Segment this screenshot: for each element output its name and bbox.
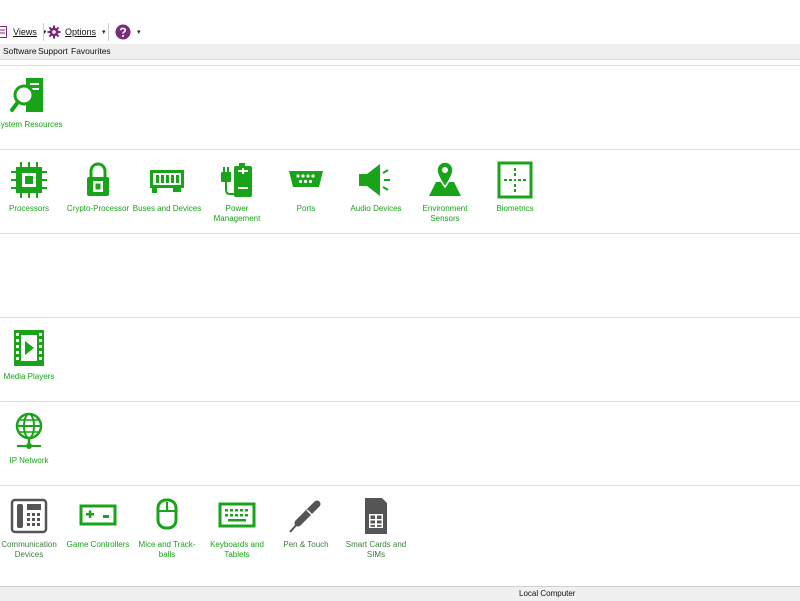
menu-item-favourites[interactable]: Favourites — [71, 46, 111, 56]
tile-ip-network[interactable]: IP Network — [0, 412, 64, 466]
tile-audio-devices[interactable]: Audio Devices — [341, 160, 411, 214]
section-divider — [0, 317, 800, 318]
tile-label: Environment Sensors — [422, 204, 468, 223]
section-divider — [0, 401, 800, 402]
tile-label: Buses and Devices — [132, 204, 202, 213]
tile-label: Media Players — [3, 372, 55, 381]
toolbar: Views ▾ Options ▾ ▾ — [0, 20, 800, 45]
tile-biometrics[interactable]: Biometrics — [480, 160, 550, 214]
options-dropdown-icon: ▾ — [102, 29, 106, 36]
mouse-icon — [156, 498, 178, 530]
sim-card-icon — [365, 498, 387, 534]
battery-plug-icon — [221, 163, 252, 197]
tile-pen-and-touch[interactable]: Pen & Touch — [271, 496, 341, 550]
tile-system-resources[interactable]: System Resources — [0, 76, 64, 130]
category-panel: System Resources Processors Crypto-Proce… — [0, 60, 800, 585]
speaker-icon — [359, 164, 390, 196]
tile-power-management[interactable]: Power Management — [202, 160, 272, 224]
map-pin-icon — [429, 161, 461, 196]
tile-media-players[interactable]: Media Players — [0, 328, 64, 382]
tile-label: Keyboards and Tablets — [210, 540, 264, 559]
tile-smart-cards-and-sims[interactable]: Smart Cards and SIMs — [341, 496, 411, 560]
section-divider — [0, 65, 800, 66]
tile-communication-devices[interactable]: Communication Devices — [0, 496, 64, 560]
tile-crypto-processor[interactable]: Crypto-Processor — [63, 160, 133, 214]
toolbar-separator — [43, 23, 44, 41]
processor-chip-icon — [11, 162, 47, 198]
section-divider — [0, 485, 800, 486]
tile-label: Audio Devices — [350, 204, 402, 213]
gamepad-icon — [79, 504, 117, 526]
status-bar: Local Computer — [0, 586, 800, 601]
tile-processors[interactable]: Processors — [0, 160, 64, 214]
crypto-lock-icon — [87, 162, 109, 196]
tile-buses-and-devices[interactable]: Buses and Devices — [132, 160, 202, 214]
tile-label: Pen & Touch — [283, 540, 329, 549]
options-label: Options — [65, 27, 97, 37]
tile-label: System Resources — [0, 120, 63, 129]
tile-label: Crypto-Processor — [66, 204, 130, 213]
pen-icon — [289, 500, 321, 533]
keyboard-icon — [218, 502, 256, 528]
tile-label: Communication Devices — [1, 540, 57, 559]
tile-mice-and-track-balls[interactable]: Mice and Track-balls — [132, 496, 202, 560]
tile-label: IP Network — [9, 456, 49, 465]
title-strip — [0, 0, 800, 21]
menu-item-support[interactable]: Support — [38, 46, 68, 56]
tile-label: Processors — [8, 204, 49, 213]
globe-network-icon — [15, 412, 43, 449]
views-label: Views — [13, 27, 37, 37]
help-button[interactable]: ▾ — [115, 22, 141, 42]
status-text: Local Computer — [519, 589, 576, 598]
film-play-icon — [14, 330, 44, 366]
tile-label: Power Management — [213, 204, 261, 223]
tile-keyboards-and-tablets[interactable]: Keyboards and Tablets — [202, 496, 272, 560]
toolbar-separator — [108, 23, 109, 41]
tile-environment-sensors[interactable]: Environment Sensors — [410, 160, 480, 224]
serial-port-icon — [289, 171, 323, 187]
menu-bar: Software Support Favourites — [0, 44, 800, 60]
section-divider — [0, 233, 800, 234]
views-icon — [0, 26, 7, 38]
tile-label: Smart Cards and SIMs — [345, 540, 407, 559]
views-button[interactable]: Views ▾ — [0, 22, 46, 42]
gear-icon — [47, 25, 61, 39]
menu-item-software[interactable]: Software — [3, 46, 37, 56]
tile-label: Ports — [296, 204, 316, 213]
system-resources-icon — [10, 78, 43, 112]
phone-icon — [10, 498, 48, 534]
tile-ports[interactable]: Ports — [271, 160, 341, 214]
help-dropdown-icon: ▾ — [137, 29, 141, 36]
biometrics-grid-icon — [497, 161, 533, 199]
tile-label: Game Controllers — [66, 540, 130, 549]
tile-label: Mice and Track-balls — [138, 540, 196, 559]
help-icon — [115, 24, 131, 40]
section-divider — [0, 149, 800, 150]
tile-label: Biometrics — [496, 204, 534, 213]
bus-card-icon — [150, 170, 184, 193]
options-button[interactable]: Options ▾ — [47, 22, 106, 42]
tile-game-controllers[interactable]: Game Controllers — [63, 496, 133, 550]
